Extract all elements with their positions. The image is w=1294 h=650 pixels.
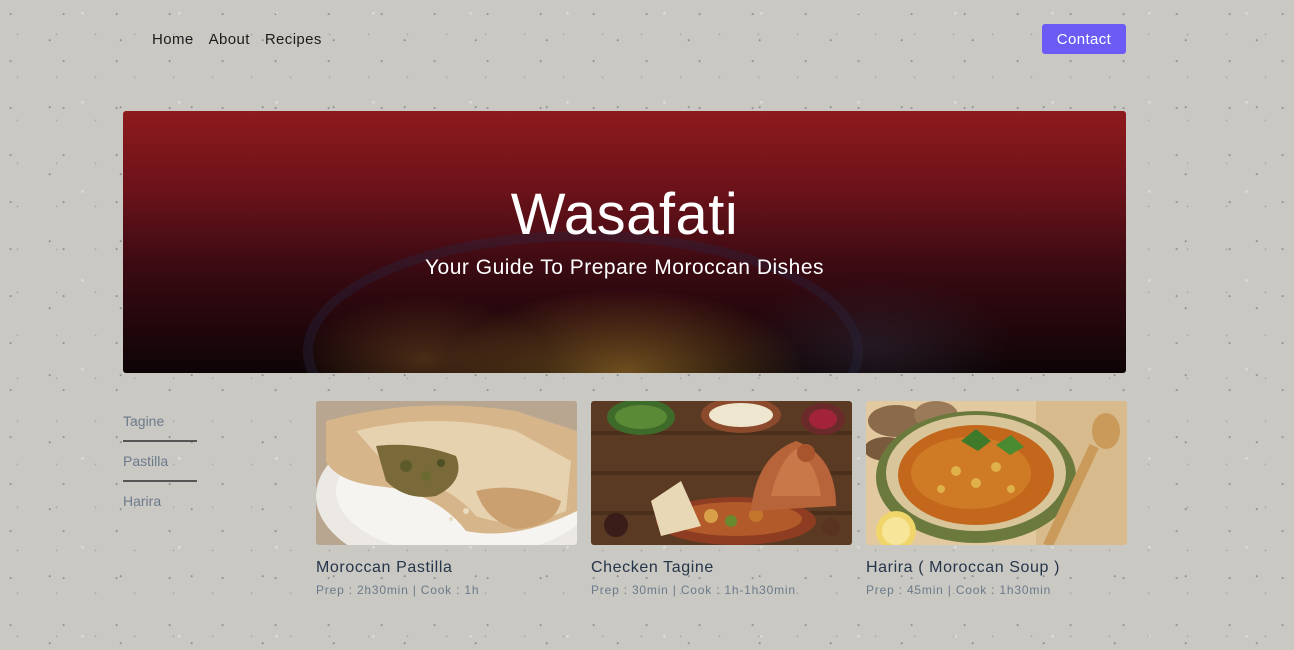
recipe-card-harira[interactable]: Harira ( Moroccan Soup ) Prep : 45min | … (866, 401, 1127, 597)
harira-photo-art (866, 401, 1127, 545)
sidebar-item-harira[interactable]: Harira (123, 492, 197, 534)
recipe-title[interactable]: Harira ( Moroccan Soup ) (866, 559, 1127, 577)
recipe-meta: Prep : 2h30min | Cook : 1h (316, 583, 480, 597)
recipe-card-pastilla[interactable]: Moroccan Pastilla Prep : 2h30min | Cook … (316, 401, 577, 597)
sidebar-item-tagine[interactable]: Tagine (123, 412, 197, 442)
nav-links: Home About Recipes (123, 31, 322, 48)
recipe-card-tagine[interactable]: Checken Tagine Prep : 30min | Cook : 1h-… (591, 401, 852, 597)
recipe-title[interactable]: Checken Tagine (591, 559, 852, 577)
recipe-meta: Prep : 45min | Cook : 1h30min (866, 583, 1052, 597)
sidebar-item-pastilla[interactable]: Pastilla (123, 452, 197, 482)
harira-photo[interactable] (866, 401, 1127, 545)
hero-banner: Wasafati Your Guide To Prepare Moroccan … (123, 111, 1126, 373)
tagine-photo-art (591, 401, 852, 545)
pastilla-photo-art (316, 401, 577, 545)
recipe-meta: Prep : 30min | Cook : 1h-1h30min (591, 583, 796, 597)
nav-link-about[interactable]: About (209, 31, 250, 48)
tagine-photo[interactable] (591, 401, 852, 545)
hero-subtitle: Your Guide To Prepare Moroccan Dishes (424, 256, 825, 279)
nav-link-home[interactable]: Home (152, 31, 194, 48)
nav-link-recipes[interactable]: Recipes (265, 31, 322, 48)
hero-title: Wasafati (510, 182, 739, 247)
top-nav: Home About Recipes Contact (123, 24, 1126, 54)
recipe-title[interactable]: Moroccan Pastilla (316, 559, 577, 577)
category-sidebar: Tagine Pastilla Harira (123, 412, 197, 534)
hero-background-image (303, 231, 863, 373)
contact-button[interactable]: Contact (1042, 24, 1126, 54)
pastilla-photo[interactable] (316, 401, 577, 545)
